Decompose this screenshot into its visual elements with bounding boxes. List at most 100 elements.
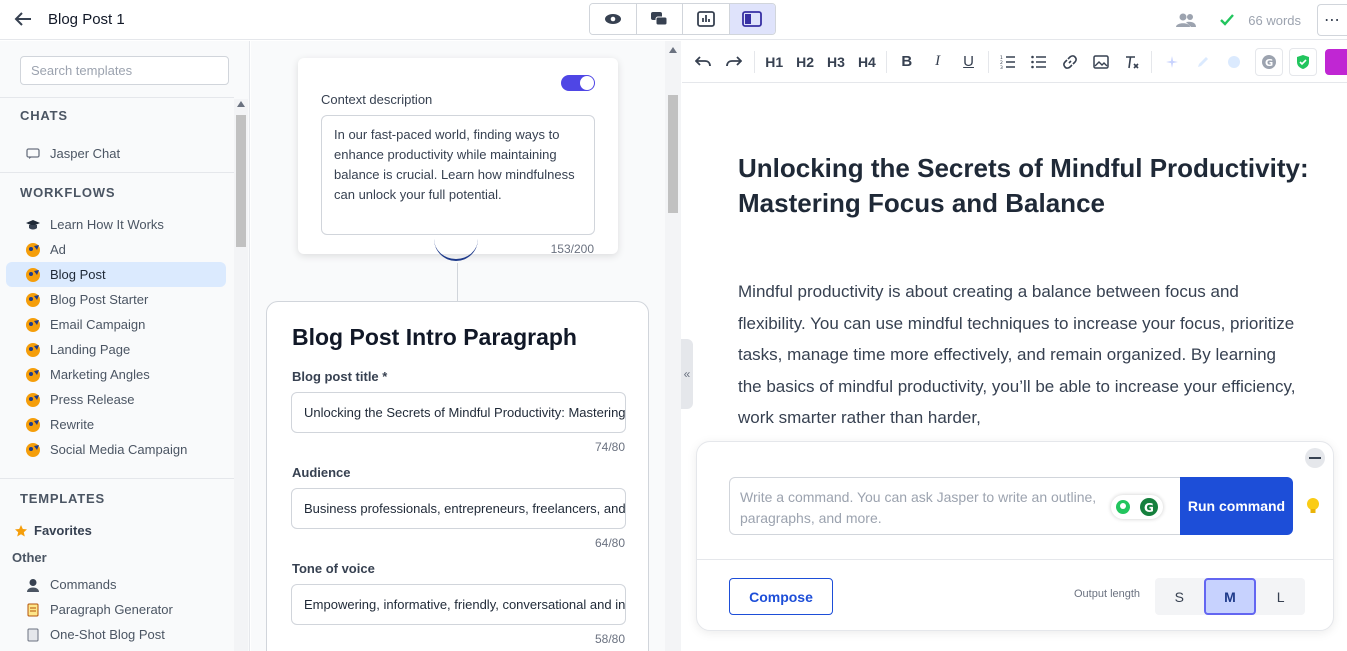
- document-title[interactable]: Blog Post 1: [48, 11, 125, 28]
- users-icon[interactable]: [1176, 10, 1197, 30]
- context-char-count: 153/200: [550, 242, 594, 256]
- split-view-button[interactable]: [729, 4, 775, 34]
- extension-icons: G: [1111, 495, 1163, 519]
- size-medium-button[interactable]: M: [1203, 578, 1257, 615]
- sidebar-item-favorites[interactable]: Favorites: [6, 518, 226, 543]
- pen-icon[interactable]: [1187, 47, 1218, 77]
- more-options-button[interactable]: ⋯: [1317, 4, 1347, 36]
- sidebar-item-email-campaign[interactable]: Email Campaign: [6, 312, 226, 337]
- star-icon: [12, 523, 30, 539]
- audience-label: Audience: [292, 465, 351, 480]
- tone-count: 58/80: [594, 632, 625, 646]
- shield-check-icon[interactable]: [1289, 47, 1317, 76]
- sidebar-layout-icon: [742, 11, 763, 27]
- chat-bubbles-icon: [651, 12, 668, 26]
- sidebar-item-rewrite[interactable]: Rewrite: [6, 412, 226, 437]
- sidebar-item-landing-page[interactable]: Landing Page: [6, 337, 226, 362]
- double-chevron-left-icon: «: [683, 367, 691, 381]
- heading-4-button[interactable]: H4: [851, 47, 882, 77]
- graduation-cap-icon: [24, 217, 42, 233]
- section-chats: CHATS: [0, 97, 234, 133]
- compose-button[interactable]: Compose: [729, 578, 833, 615]
- sidebar-scrollbar[interactable]: [234, 99, 248, 651]
- view-mode-toggle: [589, 3, 776, 35]
- word-count: 66 words: [1248, 12, 1301, 28]
- grammarly-icon[interactable]: G: [1255, 47, 1284, 76]
- minimize-icon[interactable]: [1305, 448, 1325, 468]
- run-command-button[interactable]: Run command: [1180, 477, 1293, 535]
- sidebar-item-blog-post[interactable]: Blog Post: [6, 262, 226, 287]
- sidebar-item-one-shot-blog-post[interactable]: One-Shot Blog Post: [6, 622, 226, 647]
- sidebar-item-commands[interactable]: Commands: [6, 572, 226, 597]
- sidebar-item-blog-post-starter[interactable]: Blog Post Starter: [6, 287, 226, 312]
- document-heading[interactable]: Unlocking the Secrets of Mindful Product…: [738, 151, 1318, 221]
- clear-format-icon[interactable]: [1117, 47, 1148, 77]
- bullet-list-icon[interactable]: [1024, 47, 1055, 77]
- jasper-logo-icon: [24, 367, 42, 383]
- context-textarea[interactable]: In our fast-paced world, finding ways to…: [321, 115, 595, 235]
- link-icon[interactable]: [1055, 47, 1086, 77]
- bulb-ext-icon: [1116, 500, 1130, 514]
- svg-text:G: G: [1265, 58, 1273, 69]
- document-icon: [24, 627, 42, 643]
- sparkle-icon[interactable]: [1156, 47, 1187, 77]
- saved-check-icon: [1218, 11, 1236, 29]
- plagiarism-icon[interactable]: [1324, 48, 1347, 75]
- shield-light-icon[interactable]: [1218, 47, 1249, 77]
- lightbulb-icon[interactable]: [1304, 496, 1322, 516]
- back-arrow-icon[interactable]: [12, 8, 34, 30]
- context-toggle[interactable]: [561, 75, 595, 91]
- search-templates-input[interactable]: [20, 56, 229, 85]
- context-card: Context description In our fast-paced wo…: [298, 58, 618, 256]
- connector-node: [434, 237, 478, 261]
- workflow-view-button[interactable]: [683, 4, 730, 34]
- ordered-list-icon[interactable]: 123: [993, 47, 1024, 77]
- sidebar-item-jasper-chat[interactable]: Jasper Chat: [6, 141, 226, 166]
- workflow-panel: Context description In our fast-paced wo…: [251, 41, 681, 651]
- heading-1-button[interactable]: H1: [759, 47, 790, 77]
- intro-card-title: Blog Post Intro Paragraph: [292, 324, 577, 350]
- jasper-logo-icon: [24, 267, 42, 283]
- underline-button[interactable]: U: [953, 47, 984, 77]
- workflow-scrollbar[interactable]: [665, 41, 681, 651]
- redo-icon[interactable]: [719, 47, 750, 77]
- heading-3-button[interactable]: H3: [821, 47, 852, 77]
- sidebar-item-paragraph-generator[interactable]: Paragraph Generator: [6, 597, 226, 622]
- tone-input[interactable]: Empowering, informative, friendly, conve…: [291, 584, 626, 625]
- sidebar-item-ad[interactable]: Ad: [6, 237, 226, 262]
- jasper-logo-icon: [24, 292, 42, 308]
- section-workflows: WORKFLOWS: [0, 172, 234, 212]
- preview-eye-button[interactable]: [590, 4, 637, 34]
- audience-count: 64/80: [594, 536, 625, 550]
- bold-button[interactable]: B: [891, 47, 922, 77]
- chart-box-icon: [696, 11, 715, 27]
- templates-sidebar: CHATS Jasper Chat WORKFLOWS Learn How It…: [0, 41, 250, 651]
- jasper-logo-icon: [24, 417, 42, 433]
- jasper-logo-icon: [24, 317, 42, 333]
- sidebar-item-learn-how-it-works[interactable]: Learn How It Works: [6, 212, 226, 237]
- jasper-logo-icon: [24, 242, 42, 258]
- intro-paragraph-card: Blog Post Intro Paragraph Blog post titl…: [266, 301, 649, 651]
- sidebar-item-press-release[interactable]: Press Release: [6, 387, 226, 412]
- ellipsis-icon: ⋯: [1324, 12, 1341, 29]
- svg-text:G: G: [1144, 501, 1154, 515]
- heading-2-button[interactable]: H2: [790, 47, 821, 77]
- size-large-button[interactable]: L: [1256, 578, 1305, 615]
- scroll-icon: [24, 602, 42, 618]
- audience-input[interactable]: Business professionals, entrepreneurs, f…: [291, 488, 626, 529]
- chat-view-button[interactable]: [636, 4, 683, 34]
- jasper-logo-icon: [24, 442, 42, 458]
- person-icon: [24, 577, 42, 593]
- italic-button[interactable]: I: [922, 47, 953, 77]
- sidebar-item-social-media-campaign[interactable]: Social Media Campaign: [6, 437, 226, 462]
- collapse-panel-handle[interactable]: «: [681, 339, 693, 409]
- undo-icon[interactable]: [688, 47, 719, 77]
- tone-label: Tone of voice: [292, 561, 375, 576]
- sidebar-item-marketing-angles[interactable]: Marketing Angles: [6, 362, 226, 387]
- document-paragraph[interactable]: Mindful productivity is about creating a…: [738, 276, 1298, 434]
- blog-title-input[interactable]: Unlocking the Secrets of Mindful Product…: [291, 392, 626, 433]
- size-small-button[interactable]: S: [1155, 578, 1204, 615]
- image-icon[interactable]: [1086, 47, 1117, 77]
- output-length-selector: S M L: [1155, 578, 1305, 615]
- top-bar: Blog Post 1 66 words ⋯: [0, 0, 1347, 40]
